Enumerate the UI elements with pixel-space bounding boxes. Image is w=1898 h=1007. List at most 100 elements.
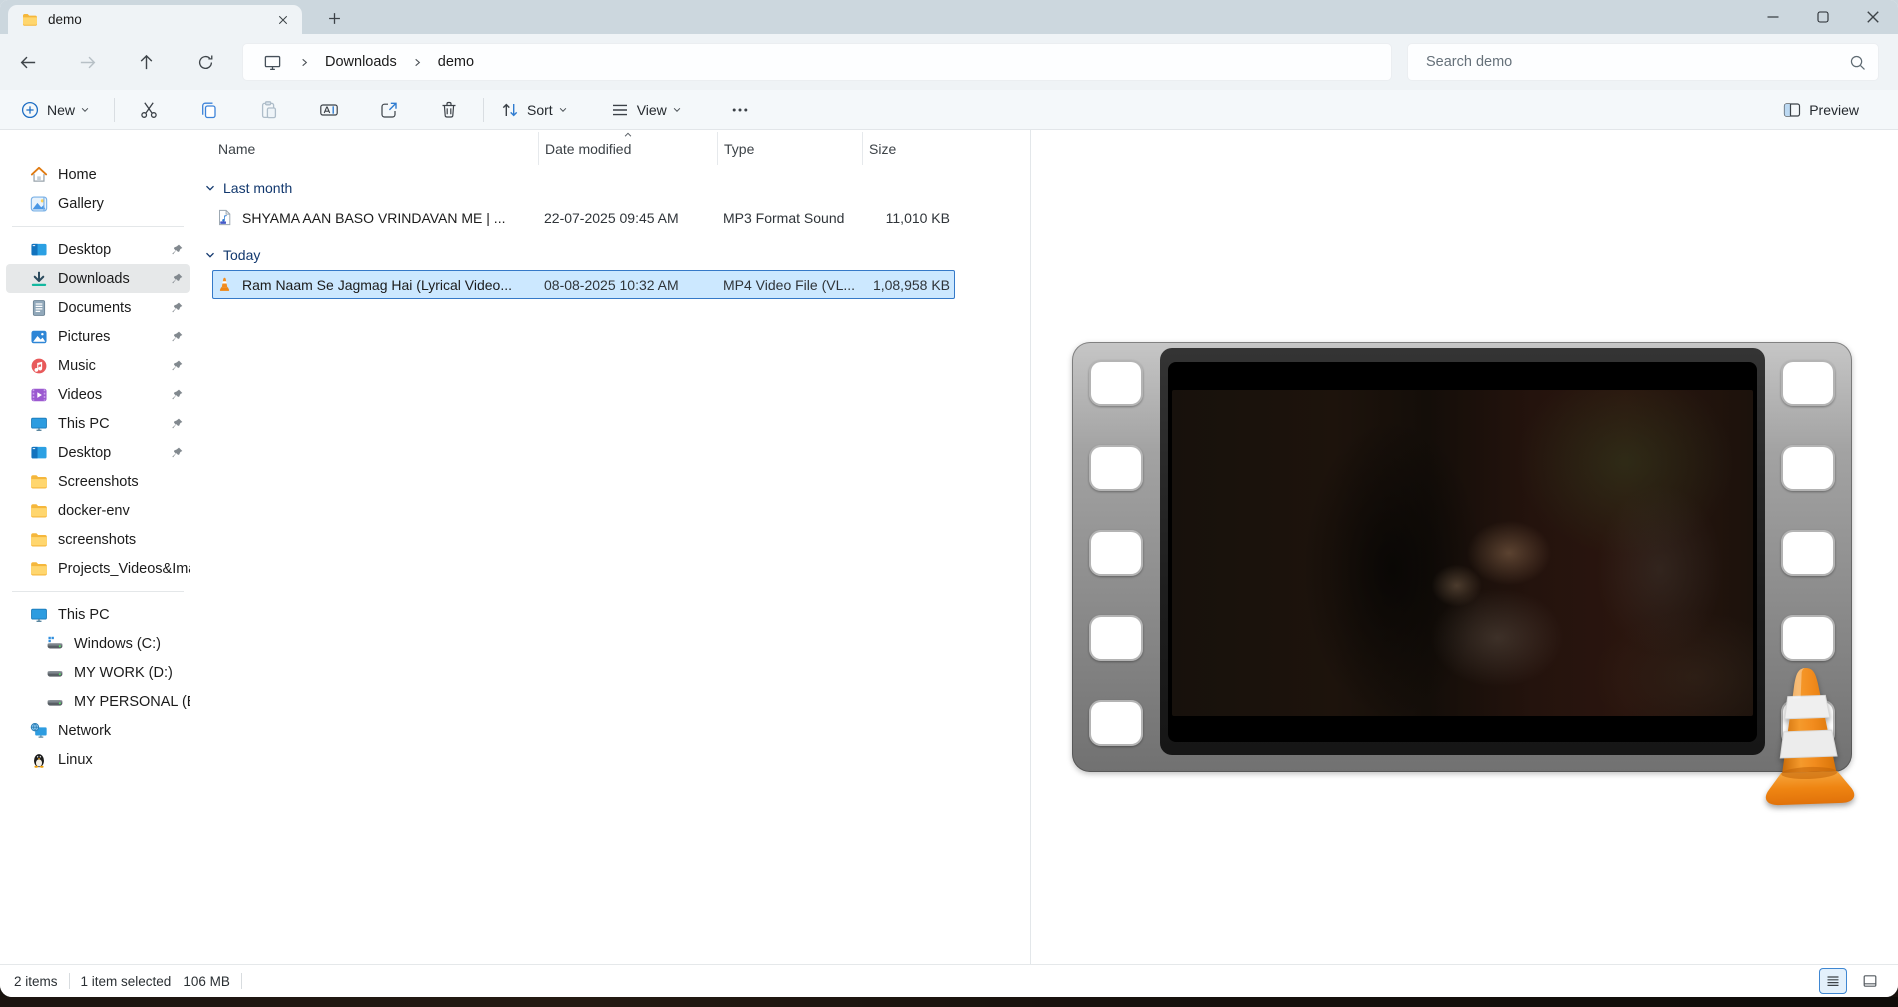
documents-icon: [30, 299, 48, 317]
new-button[interactable]: New: [12, 94, 98, 126]
share-icon: [379, 100, 399, 120]
network-icon: [30, 722, 48, 740]
preview-pane-icon: [1782, 100, 1802, 120]
refresh-button[interactable]: [185, 44, 225, 80]
sidebar-item-label: screenshots: [58, 531, 137, 548]
sidebar-item-projects-videos-ima[interactable]: Projects_Videos&Ima: [6, 554, 190, 583]
sidebar-item-label: This PC: [58, 415, 110, 432]
maximize-button[interactable]: [1798, 0, 1848, 34]
tab-demo[interactable]: demo: [8, 5, 302, 34]
close-window-button[interactable]: [1848, 0, 1898, 34]
sidebar-item-screenshots[interactable]: screenshots: [6, 525, 190, 554]
sidebar-divider: [12, 591, 184, 592]
folder-icon: [30, 531, 48, 549]
sort-icon: [500, 100, 520, 120]
file-row-shyama-aan-baso-vrindavan-me[interactable]: SHYAMA AAN BASO VRINDAVAN ME | ... 22-07-…: [212, 203, 955, 232]
sidebar-item-music[interactable]: Music: [6, 351, 190, 380]
minimize-button[interactable]: [1748, 0, 1798, 34]
search-box[interactable]: [1407, 43, 1879, 81]
new-label: New: [47, 101, 76, 118]
sidebar-item-my-personal-e[interactable]: MY PERSONAL (E:): [6, 687, 190, 716]
tab-title: demo: [48, 12, 82, 27]
pin-icon: [170, 417, 184, 431]
group-label: Today: [223, 247, 261, 263]
details-view-toggle[interactable]: [1819, 968, 1847, 994]
sidebar-item-screenshots[interactable]: Screenshots: [6, 467, 190, 496]
more-options-button[interactable]: [718, 94, 762, 126]
file-type: MP4 Video File (VL...: [723, 276, 856, 293]
sort-button[interactable]: Sort: [492, 94, 576, 126]
view-label: View: [636, 101, 667, 118]
folder-icon: [30, 502, 48, 520]
up-button[interactable]: [126, 44, 166, 80]
paste-button[interactable]: [245, 94, 293, 126]
file-row-ram-naam-se-jagmag-hai-lyrical[interactable]: Ram Naam Se Jagmag Hai (Lyrical Video...…: [212, 270, 955, 299]
share-button[interactable]: [365, 94, 413, 126]
back-button[interactable]: [8, 44, 48, 80]
sidebar-item-pictures[interactable]: Pictures: [6, 322, 190, 351]
sidebar-divider: [12, 226, 184, 227]
filmstrip-hole: [1781, 530, 1835, 576]
rename-button[interactable]: [305, 94, 353, 126]
sidebar-item-linux[interactable]: Linux: [6, 745, 190, 774]
file-size: 1,08,958 KB: [872, 276, 950, 293]
group-header-last-month[interactable]: Last month: [204, 173, 1030, 203]
group-header-today[interactable]: Today: [204, 240, 1030, 270]
sidebar-item-desktop[interactable]: Desktop: [6, 438, 190, 467]
linux-icon: [30, 751, 48, 769]
forward-button[interactable]: [67, 44, 107, 80]
file-size: 11,010 KB: [885, 209, 950, 226]
sidebar-item-this-pc[interactable]: This PC: [6, 600, 190, 629]
gallery-icon: [30, 195, 48, 213]
sidebar-item-gallery[interactable]: Gallery: [6, 189, 190, 218]
sidebar-item-label: Pictures: [58, 328, 111, 345]
downloads-icon: [30, 270, 48, 288]
copy-button[interactable]: [185, 94, 233, 126]
sidebar-item-label: Music: [58, 357, 96, 374]
sidebar-item-this-pc[interactable]: This PC: [6, 409, 190, 438]
column-header-size[interactable]: Size: [862, 132, 955, 165]
filmstrip-hole: [1781, 615, 1835, 661]
thumbnail-view-toggle[interactable]: [1856, 968, 1884, 994]
file-date: 22-07-2025 09:45 AM: [544, 209, 679, 226]
sort-ascending-icon: [622, 130, 634, 140]
sidebar-item-my-work-d[interactable]: MY WORK (D:): [6, 658, 190, 687]
sidebar-item-label: Screenshots: [58, 473, 139, 490]
sidebar-item-docker-env[interactable]: docker-env: [6, 496, 190, 525]
column-header-name[interactable]: Name: [212, 132, 538, 165]
column-header-date-modified[interactable]: Date modified: [538, 132, 717, 165]
delete-button[interactable]: [425, 94, 473, 126]
breadcrumb-segment-downloads[interactable]: Downloads: [321, 51, 401, 73]
sidebar-item-windows-c[interactable]: Windows (C:): [6, 629, 190, 658]
column-header-label: Size: [869, 140, 897, 157]
filmstrip-hole: [1089, 700, 1143, 746]
preview-toggle-button[interactable]: Preview: [1772, 94, 1874, 126]
status-divider: [240, 973, 242, 989]
paste-icon: [259, 100, 279, 120]
sidebar-item-label: Network: [58, 722, 112, 739]
forward-icon: [78, 53, 97, 72]
breadcrumb-segment-demo[interactable]: demo: [434, 51, 478, 73]
sidebar-item-downloads[interactable]: Downloads: [6, 264, 190, 293]
breadcrumb[interactable]: Downloads demo: [242, 43, 1392, 81]
sidebar-item-label: Videos: [58, 386, 103, 403]
preview-label: Preview: [1809, 101, 1859, 118]
search-input[interactable]: [1424, 53, 1849, 71]
new-tab-button[interactable]: [320, 7, 348, 29]
sidebar-item-label: Desktop: [58, 241, 112, 258]
sidebar-item-documents[interactable]: Documents: [6, 293, 190, 322]
sidebar-item-desktop[interactable]: Desktop: [6, 235, 190, 264]
minimize-icon: [1766, 10, 1780, 24]
search-icon: [1849, 54, 1866, 71]
refresh-icon: [196, 53, 215, 72]
column-header-type[interactable]: Type: [717, 132, 862, 165]
sidebar-item-home[interactable]: Home: [6, 160, 190, 189]
sidebar-item-videos[interactable]: Videos: [6, 380, 190, 409]
sidebar-item-network[interactable]: Network: [6, 716, 190, 745]
tab-close-button[interactable]: [272, 9, 294, 31]
sidebar-item-label: Gallery: [58, 195, 104, 212]
view-button[interactable]: View: [602, 94, 690, 126]
cut-button[interactable]: [125, 94, 173, 126]
filmstrip-hole: [1781, 360, 1835, 406]
plus-icon: [328, 12, 341, 25]
